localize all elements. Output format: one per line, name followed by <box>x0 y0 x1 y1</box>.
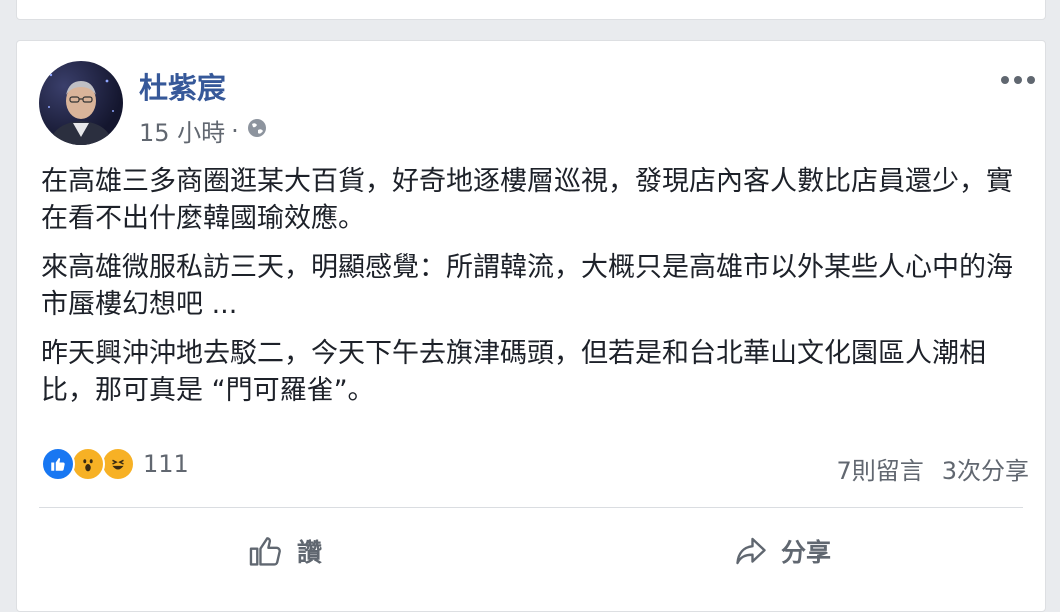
share-button[interactable]: 分享 <box>733 527 831 575</box>
post-paragraph: 來高雄微服私訪三天，明顯感覺：所謂韓流，大概只是高雄市以外某些人心中的海市蜃樓幻… <box>41 252 1013 320</box>
globe-icon[interactable] <box>245 116 269 146</box>
divider <box>39 507 1023 508</box>
post-meta: 15 小時 · <box>139 113 269 148</box>
share-arrow-icon <box>736 537 766 565</box>
wow-reaction-icon <box>71 447 105 481</box>
reaction-count: 111 <box>143 450 189 478</box>
avatar[interactable] <box>39 61 123 145</box>
haha-reaction-icon <box>101 447 135 481</box>
like-button-label: 讚 <box>297 538 323 567</box>
more-options-icon[interactable] <box>1001 65 1035 95</box>
post-body: 在高雄三多商圈逛某大百貨，好奇地逐樓層巡視，發現店內客人數比店員還少，實在看不出… <box>41 163 1031 421</box>
post-timestamp[interactable]: 15 小時 <box>139 113 225 148</box>
author-name[interactable]: 杜紫宸 <box>139 65 226 107</box>
post-stats: 7則留言 3次分享 <box>836 451 1029 486</box>
post-paragraph: 昨天興沖沖地去駁二，今天下午去旗津碼頭，但若是和台北華山文化園區人潮相比，那可真… <box>41 338 986 406</box>
thumbs-up-icon <box>249 537 281 566</box>
comment-count-link[interactable]: 7則留言 <box>836 451 923 486</box>
post-paragraph: 在高雄三多商圈逛某大百貨，好奇地逐樓層巡視，發現店內客人數比店員還少，實在看不出… <box>41 166 1013 234</box>
previous-post-card <box>16 0 1046 20</box>
share-button-label: 分享 <box>781 538 832 567</box>
meta-separator: · <box>231 116 239 145</box>
reactions-summary[interactable]: 111 <box>41 447 189 481</box>
avatar-photo <box>48 73 114 145</box>
like-reaction-icon <box>41 447 75 481</box>
post-card: 杜紫宸 15 小時 · 在高雄三多商圈逛某大百貨，好奇地逐樓層巡視，發現店內客人… <box>16 40 1046 612</box>
like-button[interactable]: 讚 <box>247 527 322 575</box>
share-count-link[interactable]: 3次分享 <box>942 451 1029 486</box>
